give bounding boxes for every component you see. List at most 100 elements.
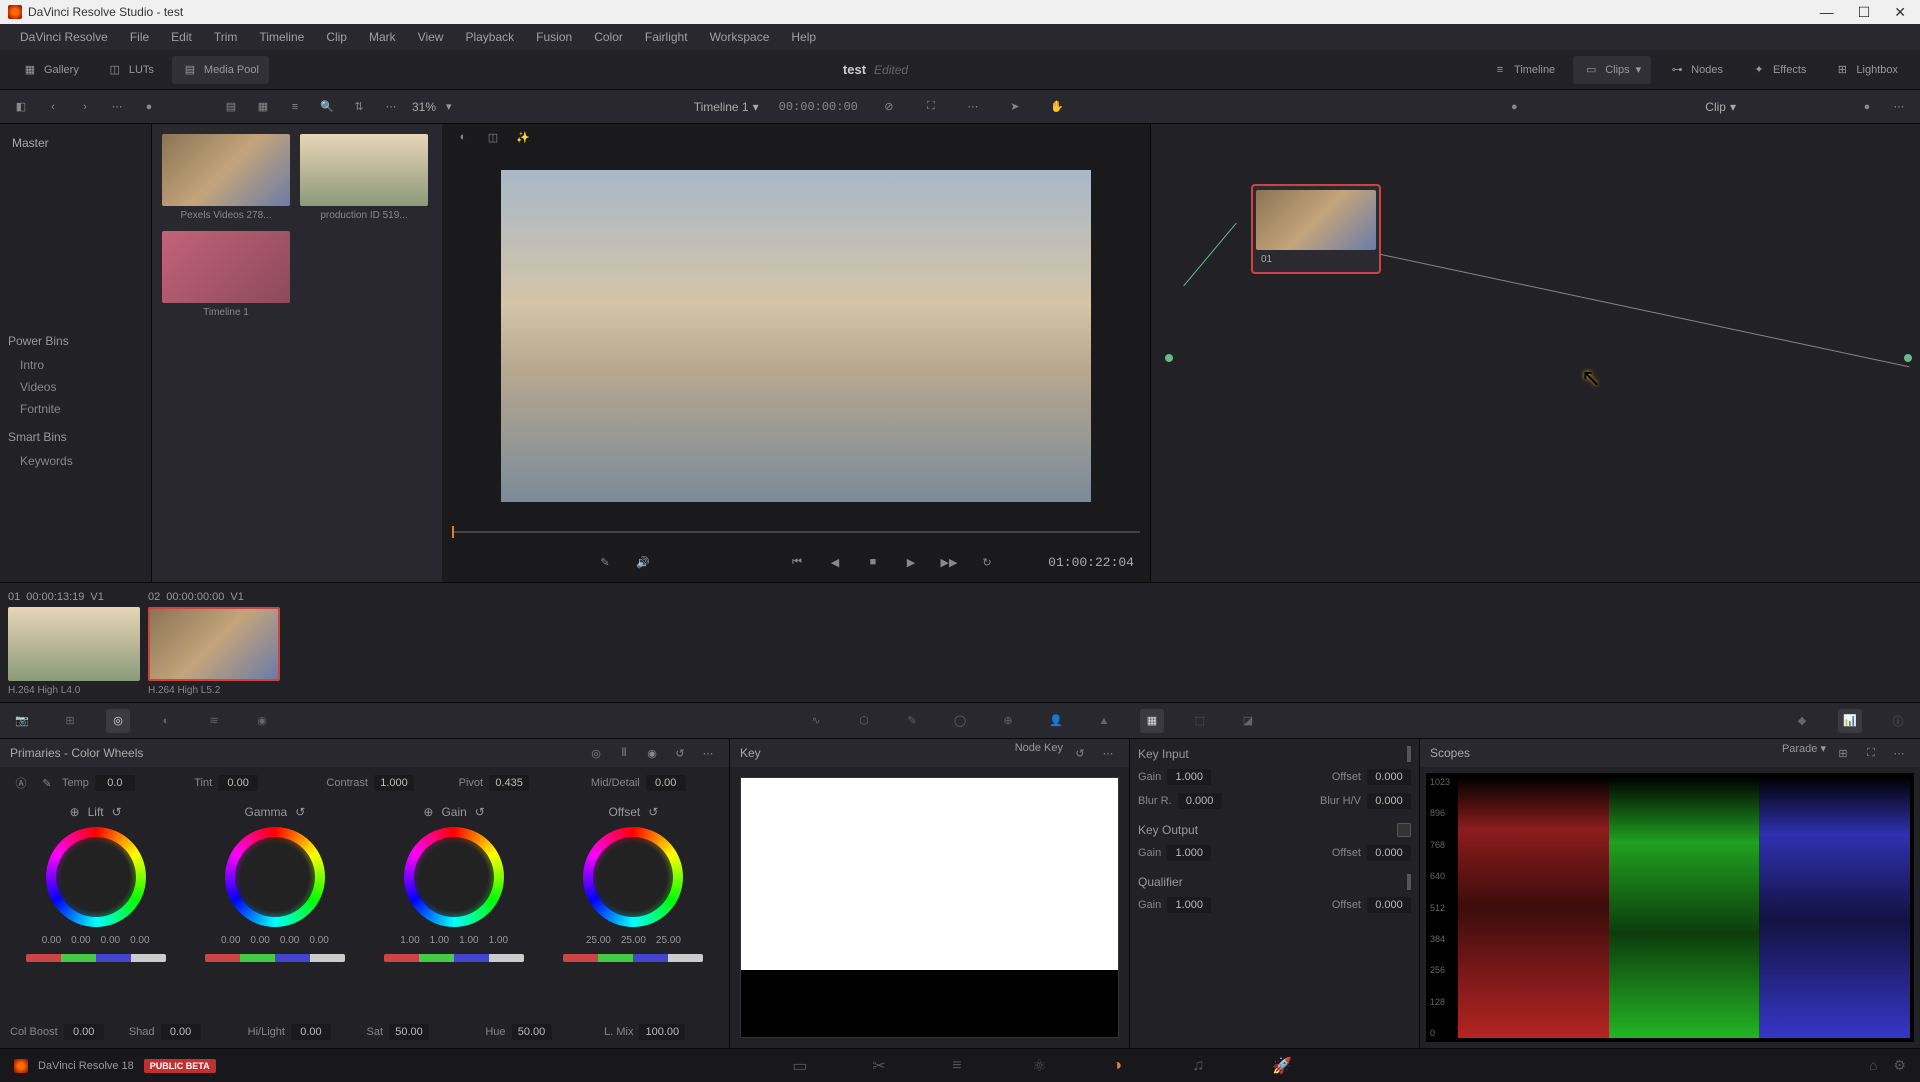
shad-value[interactable]: 0.00: [161, 1024, 201, 1040]
mid-value[interactable]: 0.00: [646, 775, 686, 791]
nodekey-label[interactable]: Node Key: [1015, 742, 1063, 764]
keyframes-icon[interactable]: ◆: [1790, 709, 1814, 733]
warper-icon[interactable]: ⬡: [852, 709, 876, 733]
menu-trim[interactable]: Trim: [204, 26, 248, 48]
reset-icon[interactable]: ↺: [669, 742, 691, 764]
qual-invert-toggle[interactable]: [1409, 874, 1411, 890]
menu-file[interactable]: File: [120, 26, 159, 48]
window-icon[interactable]: ◯: [948, 709, 972, 733]
3d-icon[interactable]: ◪: [1236, 709, 1260, 733]
timeline-clip[interactable]: 0200:00:00:00V1 H.264 High L5.2: [148, 591, 280, 694]
split-icon[interactable]: ◫: [482, 126, 504, 148]
playhead[interactable]: [452, 526, 454, 538]
view-meta-icon[interactable]: ▤: [220, 96, 242, 118]
input-blurr[interactable]: 0.000: [1178, 793, 1222, 809]
reset-icon[interactable]: ↺: [1069, 742, 1091, 764]
nodes-panel[interactable]: 01 ↖: [1150, 124, 1920, 582]
qual-offset[interactable]: 0.000: [1367, 897, 1411, 913]
minimize-button[interactable]: —: [1814, 4, 1840, 21]
contrast-value[interactable]: 1.000: [374, 775, 414, 791]
tracking-icon[interactable]: ⊕: [996, 709, 1020, 733]
output-gain[interactable]: 1.000: [1167, 845, 1211, 861]
bin-fortnite[interactable]: Fortnite: [8, 398, 143, 420]
bin-keywords[interactable]: Keywords: [8, 450, 143, 472]
reset-icon[interactable]: ↺: [295, 805, 305, 819]
colboost-value[interactable]: 0.00: [64, 1024, 104, 1040]
sat-value[interactable]: 50.00: [389, 1024, 429, 1040]
lightbox-button[interactable]: ⊞Lightbox: [1824, 56, 1908, 84]
gamma-color-wheel[interactable]: [225, 827, 325, 927]
viewer-timecode[interactable]: 00:00:00:00: [779, 100, 858, 114]
effects-button[interactable]: ✦Effects: [1741, 56, 1816, 84]
hilight-value[interactable]: 0.00: [291, 1024, 331, 1040]
clip-thumb[interactable]: production ID 519...: [300, 134, 428, 221]
timeline-clip[interactable]: 0100:00:13:19V1 H.264 High L4.0: [8, 591, 140, 694]
output-invert-toggle[interactable]: [1397, 823, 1411, 837]
input-gain[interactable]: 1.000: [1167, 769, 1211, 785]
node-output-dot[interactable]: [1904, 354, 1912, 362]
powerbins-label[interactable]: Power Bins: [8, 334, 143, 348]
menu-dots-icon[interactable]: ⋯: [380, 96, 402, 118]
color-page-icon[interactable]: ◑: [1112, 1056, 1132, 1076]
scopes-settings-icon[interactable]: ⊞: [1832, 742, 1854, 764]
master-bin[interactable]: Master: [8, 132, 143, 154]
unmute-icon[interactable]: 🔊: [632, 551, 654, 573]
node-dot-icon[interactable]: ●: [1503, 96, 1525, 118]
color-wheels-icon[interactable]: ◎: [106, 709, 130, 733]
camera-raw-icon[interactable]: 📷: [10, 709, 34, 733]
clip-thumb[interactable]: Timeline 1: [162, 231, 290, 318]
wheels-tab-icon[interactable]: ◎: [585, 742, 607, 764]
gallery-button[interactable]: ▦Gallery: [12, 56, 89, 84]
menu-fairlight[interactable]: Fairlight: [635, 26, 698, 48]
output-offset[interactable]: 0.000: [1367, 845, 1411, 861]
maximize-button[interactable]: ☐: [1852, 4, 1877, 21]
nav-back-icon[interactable]: ‹: [42, 96, 64, 118]
edit-page-icon[interactable]: ≡: [952, 1056, 972, 1076]
tint-value[interactable]: 0.00: [218, 775, 258, 791]
node-record-icon[interactable]: ●: [1856, 96, 1878, 118]
cut-page-icon[interactable]: ✂: [872, 1056, 892, 1076]
timeline-button[interactable]: ≡Timeline: [1482, 56, 1565, 84]
hdr-icon[interactable]: ◐: [154, 709, 178, 733]
view-thumb-icon[interactable]: ▦: [252, 96, 274, 118]
hue-value[interactable]: 50.00: [512, 1024, 552, 1040]
first-frame-icon[interactable]: ⏮: [786, 551, 808, 573]
scopes-expand-icon[interactable]: ⛶: [1860, 742, 1882, 764]
node-input-dot[interactable]: [1165, 354, 1173, 362]
home-icon[interactable]: ⌂: [1869, 1057, 1877, 1074]
log-tab-icon[interactable]: ◉: [641, 742, 663, 764]
motion-effects-icon[interactable]: ◉: [250, 709, 274, 733]
gain-picker-icon[interactable]: ⊕: [423, 805, 433, 819]
sidebar-toggle-icon[interactable]: ◧: [10, 96, 32, 118]
lift-bars[interactable]: [26, 954, 166, 962]
lift-picker-icon[interactable]: ⊕: [70, 805, 80, 819]
mediapool-button[interactable]: ▤Media Pool: [172, 56, 269, 84]
parade-scope[interactable]: 1023 896 768 640 512 384 256 128 0: [1426, 773, 1914, 1042]
nav-fwd-icon[interactable]: ›: [74, 96, 96, 118]
clips-button[interactable]: ▭Clips▾: [1573, 56, 1651, 84]
menu-edit[interactable]: Edit: [161, 26, 202, 48]
gamma-bars[interactable]: [205, 954, 345, 962]
bin-videos[interactable]: Videos: [8, 376, 143, 398]
panel-menu-icon[interactable]: ⋯: [697, 742, 719, 764]
menu-workspace[interactable]: Workspace: [700, 26, 780, 48]
record-icon[interactable]: ●: [138, 96, 160, 118]
offset-color-wheel[interactable]: [583, 827, 683, 927]
menu-mark[interactable]: Mark: [359, 26, 406, 48]
menu-fusion[interactable]: Fusion: [526, 26, 582, 48]
loop-icon[interactable]: ↻: [976, 551, 998, 573]
view-list-icon[interactable]: ≡: [284, 96, 306, 118]
viewer-scrubber[interactable]: [442, 522, 1150, 542]
reset-icon[interactable]: ↺: [112, 805, 122, 819]
stop-icon[interactable]: ■: [862, 551, 884, 573]
media-page-icon[interactable]: ▭: [792, 1056, 812, 1076]
lmix-value[interactable]: 100.00: [639, 1024, 685, 1040]
smartbins-label[interactable]: Smart Bins: [8, 430, 143, 444]
blur-icon[interactable]: ▲: [1092, 709, 1116, 733]
key-icon[interactable]: ▦: [1140, 709, 1164, 733]
reset-icon[interactable]: ↺: [475, 805, 485, 819]
gain-bars[interactable]: [384, 954, 524, 962]
luts-button[interactable]: ◫LUTs: [97, 56, 164, 84]
picker-icon[interactable]: ✎: [36, 772, 58, 794]
search-icon[interactable]: 🔍: [316, 96, 338, 118]
